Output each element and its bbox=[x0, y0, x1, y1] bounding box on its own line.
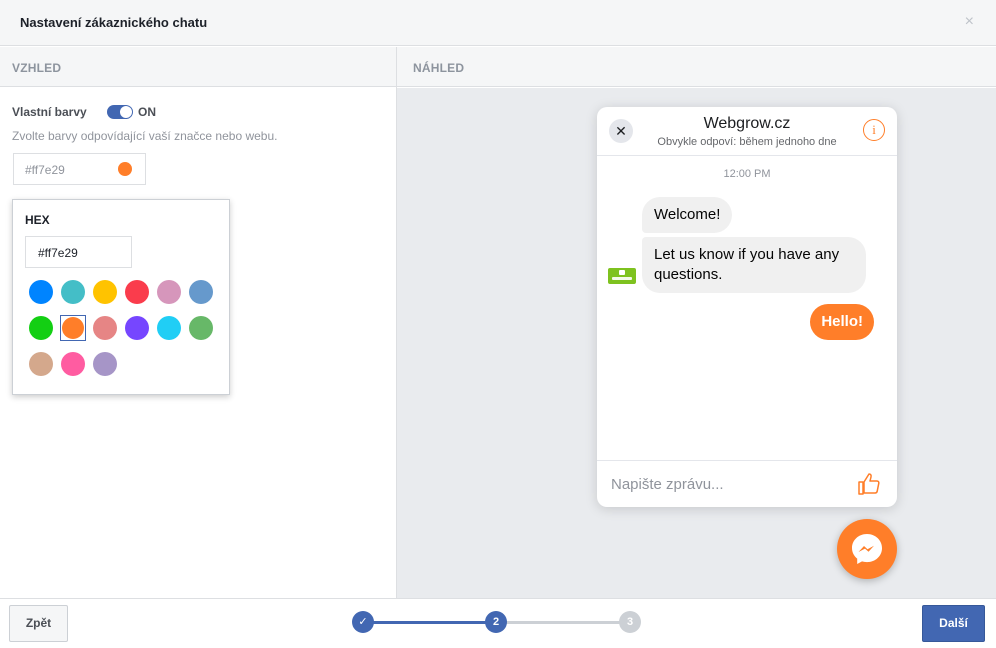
step-3: 3 bbox=[619, 611, 641, 633]
color-swatch[interactable] bbox=[29, 316, 53, 340]
helper-text: Zvolte barvy odpovídající vaší značce ne… bbox=[12, 129, 278, 143]
section-header-appearance: VZHLED bbox=[0, 47, 396, 87]
stepper-line-todo bbox=[495, 621, 630, 624]
incoming-message: Let us know if you have any questions. bbox=[642, 237, 866, 293]
dialog-footer: Zpět ✓ 2 3 Další bbox=[0, 598, 996, 648]
back-button[interactable]: Zpět bbox=[9, 605, 68, 642]
color-swatch[interactable] bbox=[60, 315, 86, 341]
custom-colors-toggle[interactable] bbox=[107, 105, 133, 119]
toggle-state-label: ON bbox=[138, 105, 156, 119]
messenger-icon bbox=[852, 534, 882, 564]
hex-label: HEX bbox=[25, 213, 50, 227]
page-avatar-icon bbox=[608, 268, 636, 284]
custom-colors-label: Vlastní barvy bbox=[12, 105, 87, 119]
messenger-launcher-button[interactable] bbox=[837, 519, 897, 579]
color-swatch[interactable] bbox=[189, 280, 213, 304]
color-swatch[interactable] bbox=[29, 280, 53, 304]
color-swatch[interactable] bbox=[29, 352, 53, 376]
dialog-title: Nastavení zákaznického chatu bbox=[20, 15, 208, 30]
color-input-value: #ff7e29 bbox=[25, 163, 65, 177]
info-icon[interactable]: i bbox=[863, 119, 885, 141]
chat-page-name: Webgrow.cz bbox=[703, 115, 791, 132]
hex-input-value: #ff7e29 bbox=[38, 246, 78, 260]
message-timestamp: 12:00 PM bbox=[723, 168, 771, 180]
step-1-check-icon: ✓ bbox=[352, 611, 374, 633]
appearance-panel: Vlastní barvy ON Zvolte barvy odpovídají… bbox=[0, 88, 396, 598]
color-preview-dot bbox=[118, 162, 132, 176]
color-swatch[interactable] bbox=[61, 352, 85, 376]
chat-window: ✕ Webgrow.cz Obvykle odpoví: během jedno… bbox=[597, 107, 897, 507]
toggle-knob bbox=[120, 106, 132, 118]
message-composer[interactable]: Napište zprávu... bbox=[597, 460, 897, 507]
incoming-message: Welcome! bbox=[642, 197, 733, 233]
stepper-line-done bbox=[363, 621, 495, 624]
hex-input[interactable]: #ff7e29 bbox=[25, 236, 132, 268]
selected-swatch-fill bbox=[62, 317, 84, 339]
preview-panel: ✕ Webgrow.cz Obvykle odpoví: během jedno… bbox=[397, 88, 996, 598]
color-swatch[interactable] bbox=[93, 316, 117, 340]
step-2: 2 bbox=[485, 611, 507, 633]
thumbs-up-icon[interactable] bbox=[857, 472, 881, 496]
color-picker-popover: HEX #ff7e29 bbox=[12, 199, 230, 395]
color-swatch[interactable] bbox=[93, 352, 117, 376]
color-swatch[interactable] bbox=[189, 316, 213, 340]
section-header-preview: NÁHLED bbox=[397, 47, 996, 87]
color-swatch[interactable] bbox=[157, 316, 181, 340]
dialog-header: Nastavení zákaznického chatu × bbox=[0, 0, 996, 46]
outgoing-message: Hello! bbox=[810, 304, 874, 340]
color-swatch[interactable] bbox=[157, 280, 181, 304]
next-button[interactable]: Další bbox=[922, 605, 985, 642]
composer-placeholder: Napište zprávu... bbox=[611, 476, 724, 493]
color-swatch[interactable] bbox=[61, 280, 85, 304]
color-swatch[interactable] bbox=[93, 280, 117, 304]
color-input[interactable]: #ff7e29 bbox=[13, 153, 146, 185]
chat-response-time: Obvykle odpoví: během jednoho dne bbox=[657, 136, 837, 148]
close-icon[interactable]: × bbox=[965, 13, 974, 31]
chat-header: ✕ Webgrow.cz Obvykle odpoví: během jedno… bbox=[597, 107, 897, 156]
color-swatch[interactable] bbox=[125, 316, 149, 340]
color-swatch[interactable] bbox=[125, 280, 149, 304]
